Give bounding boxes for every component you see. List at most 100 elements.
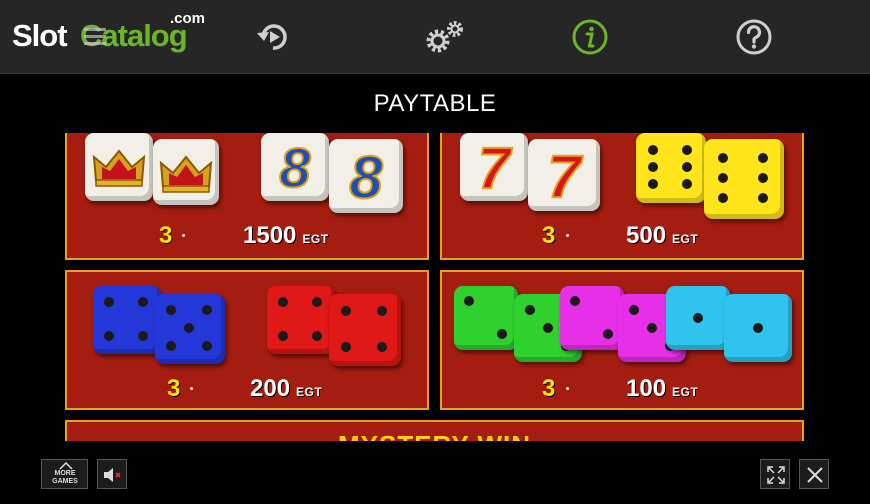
die-pip bbox=[543, 323, 553, 333]
payout-amount: 1500 EGT bbox=[243, 222, 329, 250]
die-pip bbox=[278, 297, 288, 307]
die-pip bbox=[166, 341, 176, 351]
speaker-muted-icon bbox=[104, 468, 121, 482]
red-die bbox=[329, 294, 401, 366]
cyan-die bbox=[724, 294, 792, 362]
slotcatalog-logo: Slot Catalog .com bbox=[12, 10, 212, 60]
payout-count: 3 bbox=[167, 375, 181, 402]
logo-text-com: .com bbox=[170, 10, 206, 27]
eight-symbol: 8 bbox=[348, 143, 383, 212]
paytable-panel-seven-yellow: 7 7 3 500 EGT bbox=[440, 133, 804, 260]
payout-count: 3 bbox=[542, 222, 556, 249]
crown-icon bbox=[159, 155, 213, 193]
info-icon[interactable] bbox=[572, 19, 608, 55]
menu-icon[interactable] bbox=[84, 26, 106, 46]
top-bar: Slot Catalog .com bbox=[0, 0, 870, 74]
die-pip bbox=[647, 323, 657, 333]
close-button[interactable] bbox=[799, 459, 829, 489]
die-pip bbox=[312, 331, 322, 341]
die-pip bbox=[718, 153, 728, 163]
payout-unit: EGT bbox=[302, 232, 329, 246]
die-pip bbox=[104, 297, 114, 307]
eight-symbol: 8 bbox=[278, 135, 311, 200]
payout-count: 3 bbox=[159, 222, 173, 249]
payout-unit: EGT bbox=[672, 385, 699, 399]
die-pip bbox=[718, 173, 728, 183]
seven-die: 7 bbox=[528, 139, 600, 211]
die-pip bbox=[758, 173, 768, 183]
payout-value: 500 bbox=[626, 222, 667, 249]
more-games-label: MORE GAMES bbox=[52, 470, 78, 485]
die-pip bbox=[138, 331, 148, 341]
crown-die bbox=[85, 133, 153, 201]
yellow-die bbox=[636, 133, 706, 203]
payout-value: 100 bbox=[626, 375, 667, 402]
die-pip bbox=[278, 331, 288, 341]
die-pip bbox=[497, 329, 507, 339]
payout-unit: EGT bbox=[296, 385, 323, 399]
seven-die: 7 bbox=[460, 133, 528, 202]
payout-count: 3 bbox=[542, 375, 556, 402]
mystery-win-label: MYSTERY WIN bbox=[67, 430, 802, 441]
paytable-panel-crown-eight: 8 8 3 1500 EGT bbox=[65, 133, 429, 260]
separator-dot bbox=[566, 387, 569, 390]
die-pip bbox=[202, 341, 212, 351]
help-icon[interactable] bbox=[736, 19, 772, 55]
payout-value: 1500 bbox=[243, 222, 297, 249]
payout-amount: 500 EGT bbox=[626, 222, 698, 250]
separator-dot bbox=[182, 234, 185, 237]
paytable-panel-mystery-win: MYSTERY WIN bbox=[65, 420, 804, 441]
close-icon bbox=[807, 467, 823, 483]
home-roof-icon bbox=[59, 462, 73, 470]
die-pip bbox=[758, 153, 768, 163]
die-pip bbox=[682, 162, 692, 172]
die-pip bbox=[312, 297, 322, 307]
fullscreen-icon bbox=[767, 466, 785, 484]
paytable-panel-blue-red: 3 200 EGT bbox=[65, 270, 429, 410]
die-pip bbox=[753, 323, 763, 333]
eight-die: 8 bbox=[329, 139, 403, 213]
die-pip bbox=[682, 145, 692, 155]
die-pip bbox=[138, 297, 148, 307]
die-pip bbox=[648, 162, 658, 172]
die-pip bbox=[377, 306, 387, 316]
paytable-title: PAYTABLE bbox=[373, 90, 497, 117]
die-pip bbox=[603, 329, 613, 339]
fullscreen-button[interactable] bbox=[760, 459, 790, 489]
die-pip bbox=[570, 296, 580, 306]
die-pip bbox=[693, 313, 703, 323]
separator-dot bbox=[190, 387, 193, 390]
die-pip bbox=[202, 305, 212, 315]
payout-amount: 100 EGT bbox=[626, 375, 698, 403]
die-pip bbox=[718, 193, 728, 203]
magenta-die bbox=[560, 286, 624, 350]
more-games-button[interactable]: MORE GAMES bbox=[41, 459, 88, 489]
cyan-die bbox=[666, 286, 730, 350]
paytable-panel-green-magenta-cyan: 3 100 EGT bbox=[440, 270, 804, 410]
payout-amount: 200 EGT bbox=[250, 375, 322, 403]
red-die bbox=[267, 286, 335, 354]
yellow-die bbox=[704, 139, 784, 219]
die-pip bbox=[166, 305, 176, 315]
history-icon[interactable] bbox=[255, 19, 291, 55]
die-pip bbox=[648, 145, 658, 155]
die-pip bbox=[464, 296, 474, 306]
blue-die bbox=[93, 286, 161, 354]
seven-symbol: 7 bbox=[477, 135, 511, 202]
separator-dot bbox=[566, 234, 569, 237]
settings-icon[interactable] bbox=[422, 19, 468, 55]
payout-value: 200 bbox=[250, 375, 291, 402]
crown-icon bbox=[92, 149, 146, 187]
die-pip bbox=[184, 323, 194, 333]
green-die bbox=[454, 286, 518, 350]
die-pip bbox=[104, 331, 114, 341]
die-pip bbox=[648, 179, 658, 189]
sound-toggle-button[interactable] bbox=[97, 459, 127, 489]
paytable-scroll-area: 8 8 3 1500 EGT 7 7 3 500 EGT 3 200 EGT 3… bbox=[0, 133, 870, 441]
seven-symbol: 7 bbox=[546, 142, 581, 211]
die-pip bbox=[758, 193, 768, 203]
die-pip bbox=[629, 305, 639, 315]
blue-die bbox=[155, 294, 225, 364]
die-pip bbox=[341, 306, 351, 316]
die-pip bbox=[377, 342, 387, 352]
